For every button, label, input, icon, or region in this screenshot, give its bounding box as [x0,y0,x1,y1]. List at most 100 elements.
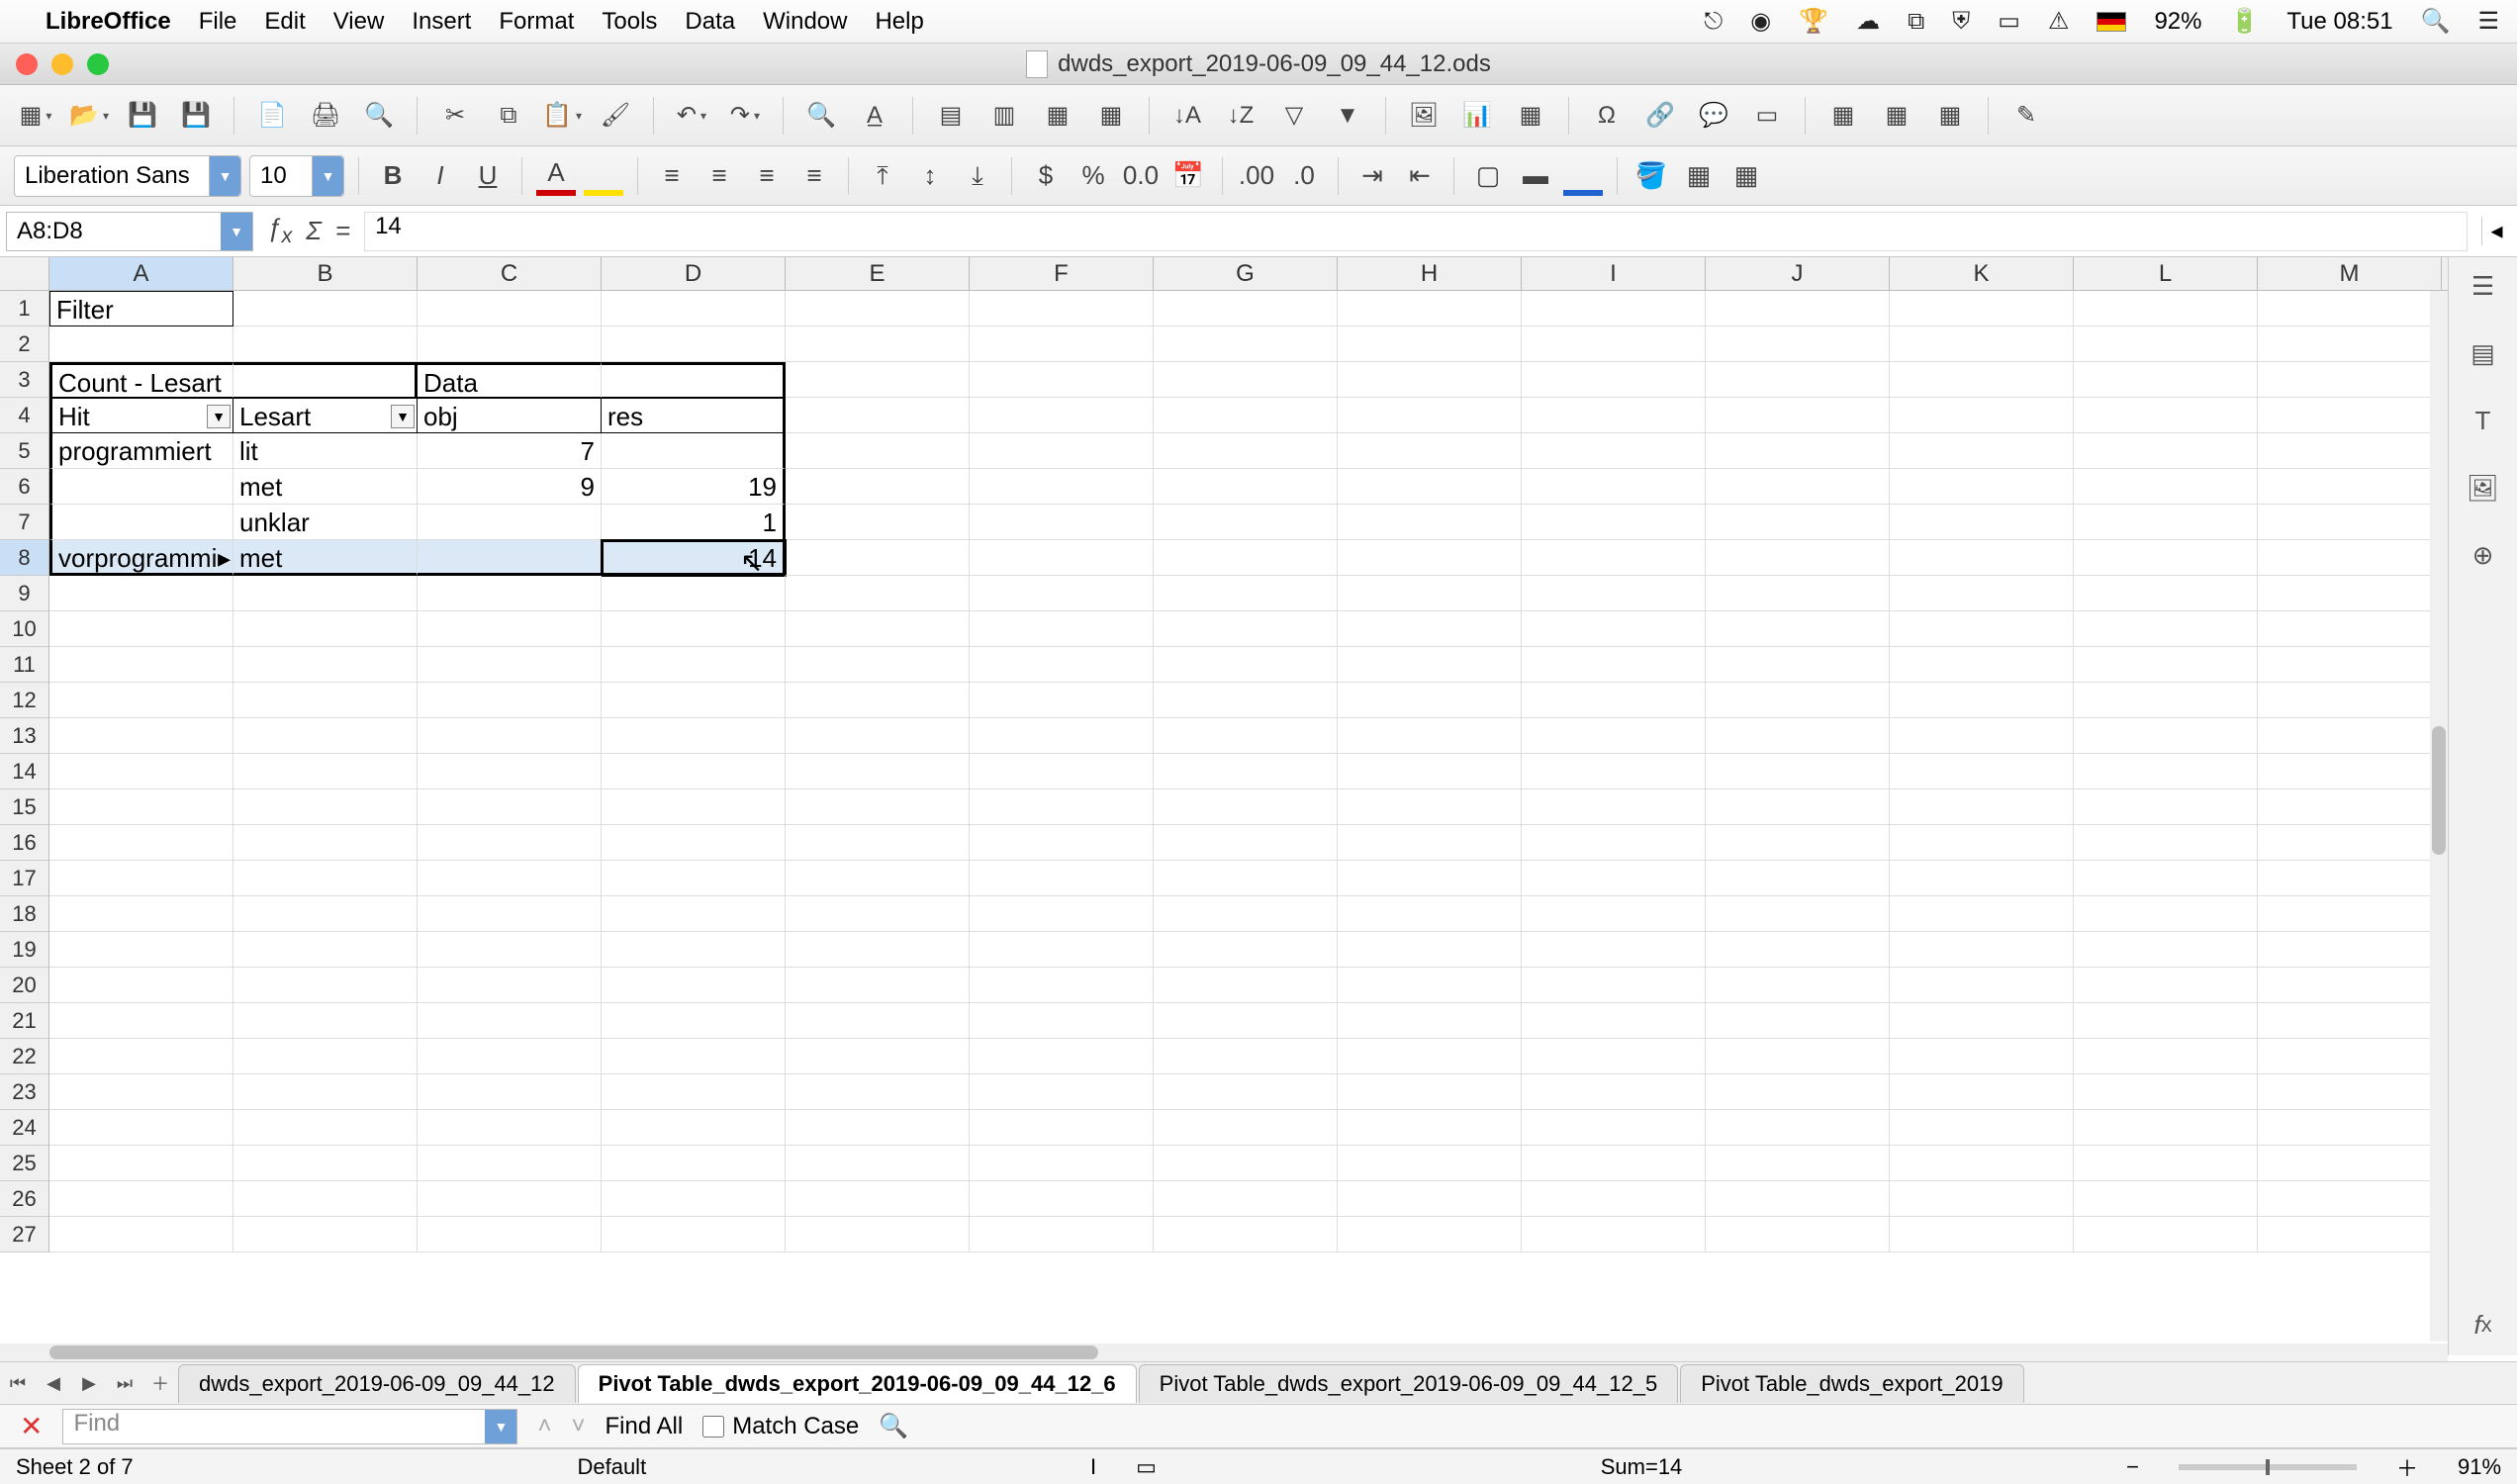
cell-H10[interactable] [1338,611,1522,647]
cell-J5[interactable] [1706,433,1890,469]
col-header-I[interactable]: I [1522,257,1706,290]
cell-C12[interactable] [418,683,602,718]
cell-M7[interactable] [2258,505,2442,540]
cell-G3[interactable] [1154,362,1338,398]
cell-B16[interactable] [233,825,418,861]
cell-L13[interactable] [2074,718,2258,754]
cell-J24[interactable] [1706,1110,1890,1146]
cell-M20[interactable] [2258,968,2442,1003]
cell-C20[interactable] [418,968,602,1003]
cut-button[interactable]: ✂ [435,96,475,136]
table-button[interactable]: ▦ [1038,96,1077,136]
cell-A7[interactable] [49,505,233,540]
cell-G24[interactable] [1154,1110,1338,1146]
name-box[interactable]: A8:D8 ▼ [6,212,253,251]
col-header-L[interactable]: L [2074,257,2258,290]
cell-I15[interactable] [1522,789,1706,825]
cell-G27[interactable] [1154,1217,1338,1252]
cell-G4[interactable] [1154,398,1338,433]
menu-file[interactable]: File [199,8,237,36]
borders-button[interactable]: ▢ [1468,156,1508,196]
underline-button[interactable]: U [468,156,508,196]
cell-A3[interactable]: Count - Lesart [49,362,233,398]
cell-C21[interactable] [418,1003,602,1039]
cell-I24[interactable] [1522,1110,1706,1146]
cell-L6[interactable] [2074,469,2258,505]
cell-E18[interactable] [786,896,970,932]
autofilter-arrow-B4[interactable]: ▼ [391,405,415,428]
save-button[interactable]: 💾 [123,96,162,136]
cell-M1[interactable] [2258,291,2442,326]
cell-G9[interactable] [1154,576,1338,611]
clock[interactable]: Tue 08:51 [2286,8,2392,36]
cell-K14[interactable] [1890,754,2074,789]
cell-D12[interactable] [602,683,786,718]
cell-G16[interactable] [1154,825,1338,861]
cell-B4[interactable]: Lesart▼ [233,398,418,433]
cell-H4[interactable] [1338,398,1522,433]
undo-button[interactable]: ↶ [672,96,711,136]
cell-G15[interactable] [1154,789,1338,825]
align-justify-button[interactable]: ≡ [794,156,834,196]
cell-F16[interactable] [970,825,1154,861]
cell-K15[interactable] [1890,789,2074,825]
cell-L21[interactable] [2074,1003,2258,1039]
hyperlink-button[interactable]: 🔗 [1640,96,1680,136]
col-header-H[interactable]: H [1338,257,1522,290]
find-prev-button[interactable]: ˄ [537,1413,551,1440]
cell-D13[interactable] [602,718,786,754]
font-name-combo[interactable]: Liberation Sans ▼ [14,155,241,197]
cell-K20[interactable] [1890,968,2074,1003]
cell-M9[interactable] [2258,576,2442,611]
cell-A14[interactable] [49,754,233,789]
cell-I11[interactable] [1522,647,1706,683]
cell-M5[interactable] [2258,433,2442,469]
cell-B23[interactable] [233,1074,418,1110]
row-header-14[interactable]: 14 [0,754,49,789]
cell-G6[interactable] [1154,469,1338,505]
find-replace-button[interactable]: 🔍 [801,96,841,136]
cell-F14[interactable] [970,754,1154,789]
col-header-C[interactable]: C [418,257,602,290]
cell-E17[interactable] [786,861,970,896]
col-header-D[interactable]: D [602,257,786,290]
cell-B12[interactable] [233,683,418,718]
cell-K5[interactable] [1890,433,2074,469]
cell-A16[interactable] [49,825,233,861]
cell-M16[interactable] [2258,825,2442,861]
cell-K26[interactable] [1890,1181,2074,1217]
cell-H12[interactable] [1338,683,1522,718]
cell-B8[interactable]: met [233,540,418,576]
zoom-slider[interactable] [2179,1464,2357,1470]
find-close-button[interactable]: ✕ [20,1410,43,1442]
cell-I10[interactable] [1522,611,1706,647]
cell-E20[interactable] [786,968,970,1003]
cell-G25[interactable] [1154,1146,1338,1181]
row-header-4[interactable]: 4 [0,398,49,433]
cell-A17[interactable] [49,861,233,896]
cell-D21[interactable] [602,1003,786,1039]
zoom-window-button[interactable] [87,53,109,75]
cell-B19[interactable] [233,932,418,968]
cell-M27[interactable] [2258,1217,2442,1252]
cell-L23[interactable] [2074,1074,2258,1110]
cell-C8[interactable] [418,540,602,576]
cell-G7[interactable] [1154,505,1338,540]
cell-I7[interactable] [1522,505,1706,540]
cell-L3[interactable] [2074,362,2258,398]
cell-E4[interactable] [786,398,970,433]
cell-I2[interactable] [1522,326,1706,362]
cell-D14[interactable] [602,754,786,789]
cell-A24[interactable] [49,1110,233,1146]
cell-J1[interactable] [1706,291,1890,326]
cell-I1[interactable] [1522,291,1706,326]
table2-button[interactable]: ▦ [1091,96,1131,136]
sys-icon-trophy[interactable]: 🏆 [1799,7,1828,36]
cell-G13[interactable] [1154,718,1338,754]
cell-M21[interactable] [2258,1003,2442,1039]
cell-C26[interactable] [418,1181,602,1217]
print-preview-button[interactable]: 🔍 [359,96,399,136]
cell-F2[interactable] [970,326,1154,362]
cell-L24[interactable] [2074,1110,2258,1146]
currency-button[interactable]: $ [1026,156,1066,196]
